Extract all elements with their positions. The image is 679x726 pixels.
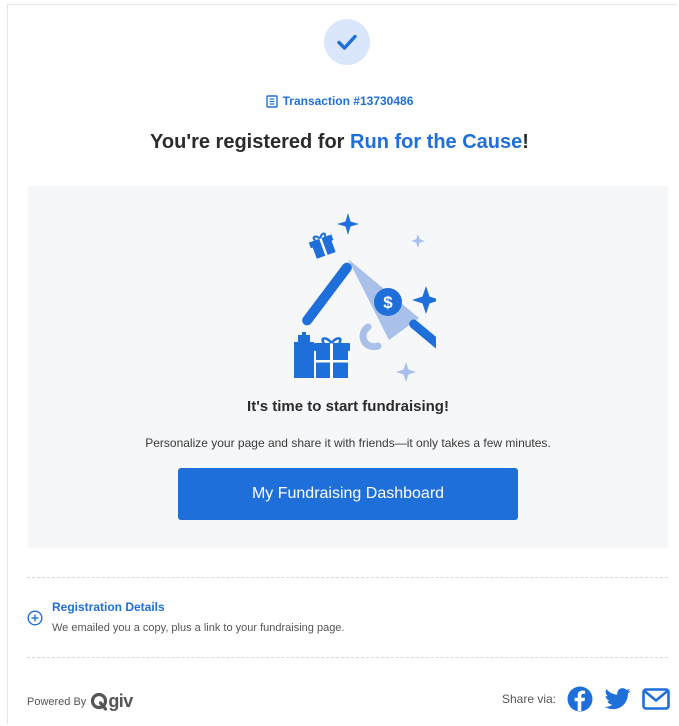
- event-name: Run for the Cause: [350, 131, 523, 153]
- title-suffix: !: [522, 131, 529, 153]
- registration-details-note: We emailed you a copy, plus a link to yo…: [52, 622, 345, 634]
- qgiv-logo-text: giv: [108, 691, 133, 711]
- qgiv-logo: giv: [90, 691, 133, 712]
- transaction-number: Transaction #13730486: [282, 94, 414, 108]
- twitter-icon[interactable]: [605, 688, 631, 710]
- transaction-line: Transaction #13730486: [0, 94, 679, 108]
- share-label: Share via:: [501, 692, 556, 706]
- share-bar: Share via:: [502, 685, 670, 713]
- check-icon: [337, 34, 357, 50]
- email-share-button[interactable]: [642, 685, 670, 713]
- fundraising-card: $ It's time to start fundraising! Person…: [28, 186, 668, 548]
- card-title: It's time to start fundraising!: [247, 398, 449, 415]
- facebook-icon[interactable]: [567, 686, 593, 712]
- qgiv-logo-mark: [91, 692, 108, 711]
- powered-by-label: Powered By: [27, 695, 87, 708]
- facebook-share-button[interactable]: [566, 685, 594, 713]
- footer: Powered By giv Share via:: [27, 683, 670, 717]
- success-check: [324, 19, 370, 65]
- megaphone-gift-icon: $: [294, 213, 436, 382]
- receipt-icon: [265, 94, 278, 108]
- card-subtitle: Personalize your page and share it with …: [145, 436, 551, 450]
- plus-circle-icon[interactable]: [27, 610, 43, 626]
- svg-text:$: $: [383, 293, 393, 312]
- registration-details[interactable]: Registration Details We emailed you a co…: [27, 598, 668, 638]
- twitter-share-button[interactable]: [604, 685, 632, 713]
- divider: [27, 577, 668, 578]
- fundraising-dashboard-button[interactable]: My Fundraising Dashboard: [178, 468, 518, 520]
- registration-details-link[interactable]: Registration Details: [52, 600, 165, 614]
- title-prefix: You're registered for: [150, 131, 351, 153]
- divider: [27, 657, 668, 658]
- email-icon[interactable]: [642, 688, 670, 710]
- powered-by: Powered By giv: [27, 691, 133, 712]
- page-title: You're registered for Run for the Cause!: [0, 131, 679, 154]
